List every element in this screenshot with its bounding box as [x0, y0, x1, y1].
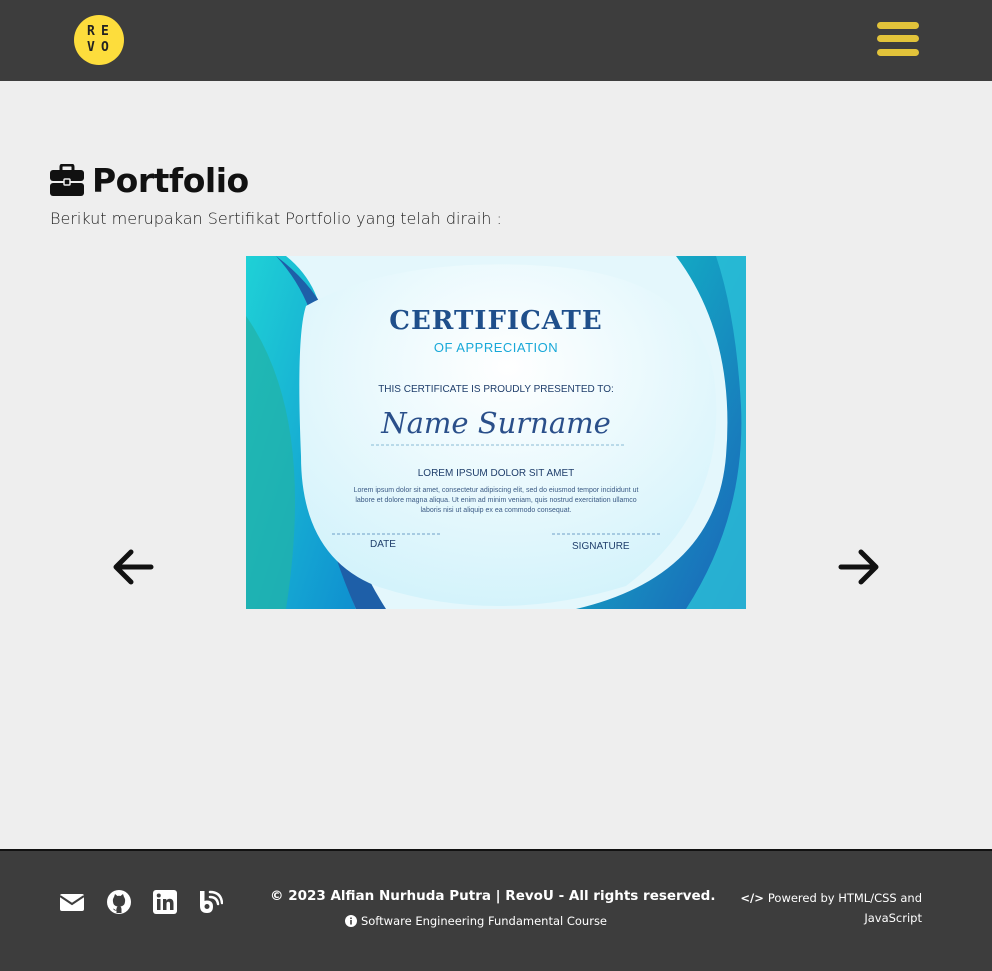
certificate-title: CERTIFICATE — [389, 306, 603, 336]
carousel-prev-button[interactable] — [111, 547, 155, 587]
footer-powered-by: </> Powered by HTML/CSS and JavaScript — [722, 888, 922, 928]
certificate-body: Lorem ipsum dolor sit amet, consectetur … — [353, 487, 639, 514]
footer: © 2023 Alfian Nurhuda Putra | RevoU - Al… — [0, 849, 992, 971]
logo-letter-v: V — [87, 40, 95, 55]
logo-letter-o: O — [101, 40, 109, 55]
footer-course-label: Software Engineering Fundamental Course — [360, 914, 608, 928]
linkedin-icon[interactable] — [152, 889, 178, 915]
powered-line-2: JavaScript — [864, 911, 922, 925]
powered-line-1: Powered by HTML/CSS and — [767, 891, 922, 905]
certificate-presented: THIS CERTIFICATE IS PROUDLY PRESENTED TO… — [378, 384, 614, 395]
footer-course: Software Engineering Fundamental Course — [270, 914, 682, 928]
arrow-right-icon — [838, 549, 879, 585]
certificate-date-label: DATE — [370, 539, 396, 550]
github-icon[interactable] — [106, 889, 132, 915]
arrow-left-icon — [113, 549, 154, 585]
logo-letter-r: R — [87, 24, 95, 39]
certificate-subtitle: OF APPRECIATION — [433, 340, 559, 355]
page-title: Portfolio — [92, 160, 249, 200]
top-navbar: R E V O — [0, 0, 992, 81]
certificate-signature-label: SIGNATURE — [572, 541, 630, 552]
certificate-name: Name Surname — [381, 406, 611, 440]
code-icon: </> — [740, 891, 764, 905]
info-icon — [344, 915, 357, 927]
portfolio-heading: Portfolio — [50, 158, 249, 202]
briefcase-icon — [50, 164, 84, 196]
carousel-next-button[interactable] — [837, 547, 881, 587]
logo-letter-e: E — [101, 24, 109, 39]
certificate-heading: LOREM IPSUM DOLOR SIT AMET — [417, 468, 575, 479]
page-subtitle: Berikut merupakan Sertifikat Portfolio y… — [50, 209, 502, 228]
revo-logo[interactable]: R E V O — [74, 15, 124, 65]
certificate-image: CERTIFICATE OF APPRECIATION THIS CERTIFI… — [246, 256, 746, 609]
envelope-icon[interactable] — [59, 889, 85, 915]
blog-icon[interactable] — [197, 889, 224, 915]
hamburger-icon[interactable] — [877, 20, 919, 58]
footer-copyright: © 2023 Alfian Nurhuda Putra | RevoU - Al… — [270, 888, 716, 904]
